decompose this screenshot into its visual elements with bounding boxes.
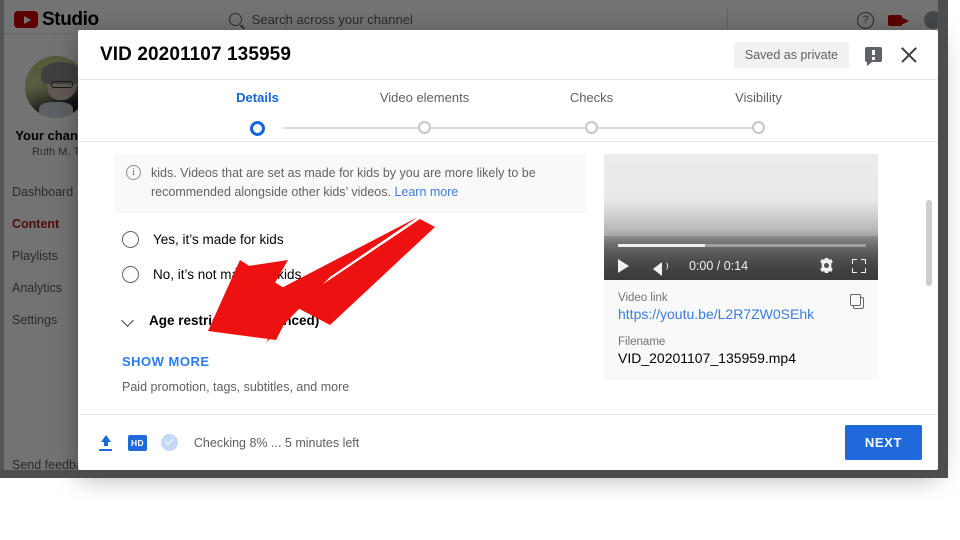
dialog-header: VID 20201107 135959 Saved as private [78, 30, 938, 80]
upload-icon [98, 434, 114, 451]
filename-block: Filename VID_20201107_135959.mp4 [618, 336, 864, 366]
window-edge-left [0, 0, 4, 478]
play-icon[interactable] [618, 258, 629, 273]
video-link-label: Video link [618, 292, 668, 304]
step-label-details[interactable]: Details [174, 90, 341, 105]
upload-status-text: Checking 8% ... 5 minutes left [193, 435, 360, 450]
made-for-kids-info-banner: i kids. Videos that are set as made for … [114, 154, 586, 213]
chevron-down-icon [122, 314, 135, 327]
player-time: 0:00 / 0:14 [689, 258, 749, 273]
info-icon: i [126, 165, 141, 180]
dialog-scrollbar[interactable] [926, 200, 932, 286]
stepper-dots [174, 121, 842, 136]
dialog-header-actions: Saved as private [733, 41, 920, 68]
video-link-value[interactable]: https://youtu.be/L2R7ZW0SEhk [618, 306, 864, 322]
window-edge-bottom [0, 470, 948, 478]
step-dot-visibility[interactable] [752, 121, 765, 134]
next-button[interactable]: NEXT [844, 425, 922, 460]
info-banner-text: kids. Videos that are set as made for ki… [151, 164, 574, 202]
step-label-visibility[interactable]: Visibility [675, 90, 842, 105]
stepper-track [78, 121, 938, 136]
dialog-footer: HD Checking 8% ... 5 minutes left NEXT [78, 414, 938, 470]
gear-icon[interactable] [819, 258, 834, 273]
video-preview-player[interactable]: 0:00 / 0:14 [604, 154, 878, 280]
screen-root: Studio Search across your channel ? Your… [0, 0, 960, 540]
learn-more-link[interactable]: Learn more [394, 185, 458, 199]
video-details-dialog: VID 20201107 135959 Saved as private Det… [78, 30, 938, 470]
filename-label: Filename [618, 336, 666, 348]
radio-option-made-for-kids[interactable]: Yes, it’s made for kids [118, 230, 588, 248]
fullscreen-icon[interactable] [852, 258, 866, 273]
hd-badge: HD [128, 434, 147, 451]
show-more-description: Paid promotion, tags, subtitles, and mor… [122, 379, 350, 394]
radio-option-not-made-for-kids[interactable]: No, it’s not made for kids [118, 265, 588, 283]
status-badge: Saved as private [733, 41, 849, 68]
info-banner-body: kids. Videos that are set as made for ki… [151, 166, 536, 199]
age-restriction-label: Age restriction (advanced) [149, 312, 320, 328]
age-restriction-section-toggle[interactable]: Age restriction (advanced) [118, 313, 588, 328]
volume-icon[interactable] [653, 259, 669, 276]
dialog-body: i kids. Videos that are set as made for … [78, 142, 938, 414]
radio-icon-yes[interactable] [122, 230, 139, 248]
close-icon[interactable] [898, 44, 920, 66]
preview-column: 0:00 / 0:14 Video link https://youtu.be/… [588, 142, 938, 414]
wizard-stepper: Details Video elements Checks Visibility [78, 80, 938, 142]
player-control-row: 0:00 / 0:14 [618, 258, 866, 276]
form-column: i kids. Videos that are set as made for … [78, 142, 588, 414]
video-meta-panel: Video link https://youtu.be/L2R7ZW0SEhk … [604, 280, 878, 380]
player-progress-bar[interactable] [618, 244, 866, 247]
check-circle-icon [160, 434, 178, 451]
step-label-checks[interactable]: Checks [508, 90, 675, 105]
copy-icon[interactable] [850, 294, 865, 309]
step-label-video-elements[interactable]: Video elements [341, 90, 508, 105]
step-dot-checks[interactable] [585, 121, 598, 134]
feedback-icon[interactable] [865, 47, 882, 66]
radio-label-no: No, it’s not made for kids [153, 266, 302, 282]
window-edge-right [938, 0, 948, 478]
radio-label-yes: Yes, it’s made for kids [153, 231, 284, 247]
dialog-title: VID 20201107 135959 [100, 43, 292, 65]
step-dot-details[interactable] [250, 121, 265, 136]
show-more-button[interactable]: SHOW MORE [118, 354, 588, 369]
filename-value: VID_20201107_135959.mp4 [618, 350, 797, 366]
player-controls: 0:00 / 0:14 [604, 236, 878, 280]
stepper-labels: Details Video elements Checks Visibility [78, 80, 938, 105]
step-dot-video-elements[interactable] [418, 121, 431, 134]
radio-icon-no[interactable] [122, 265, 139, 283]
